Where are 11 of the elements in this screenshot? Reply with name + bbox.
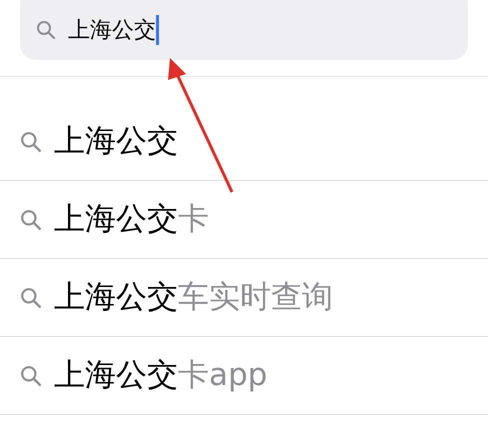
search-icon [20, 286, 42, 308]
suggestion-item[interactable]: 上海公交 [54, 118, 178, 165]
suggestion-item[interactable]: 上海公交卡app [54, 352, 268, 399]
search-icon [36, 20, 56, 40]
search-icon [20, 208, 42, 230]
suggestion-item[interactable]: 上海公交车实时查询 [54, 274, 333, 321]
suggestion-item[interactable]: 上海公交卡 [54, 196, 209, 243]
search-field[interactable]: 上海公交 [20, 0, 468, 60]
search-icon [20, 130, 42, 152]
search-text: 上海公交 [68, 16, 156, 44]
search-icon [20, 364, 42, 386]
